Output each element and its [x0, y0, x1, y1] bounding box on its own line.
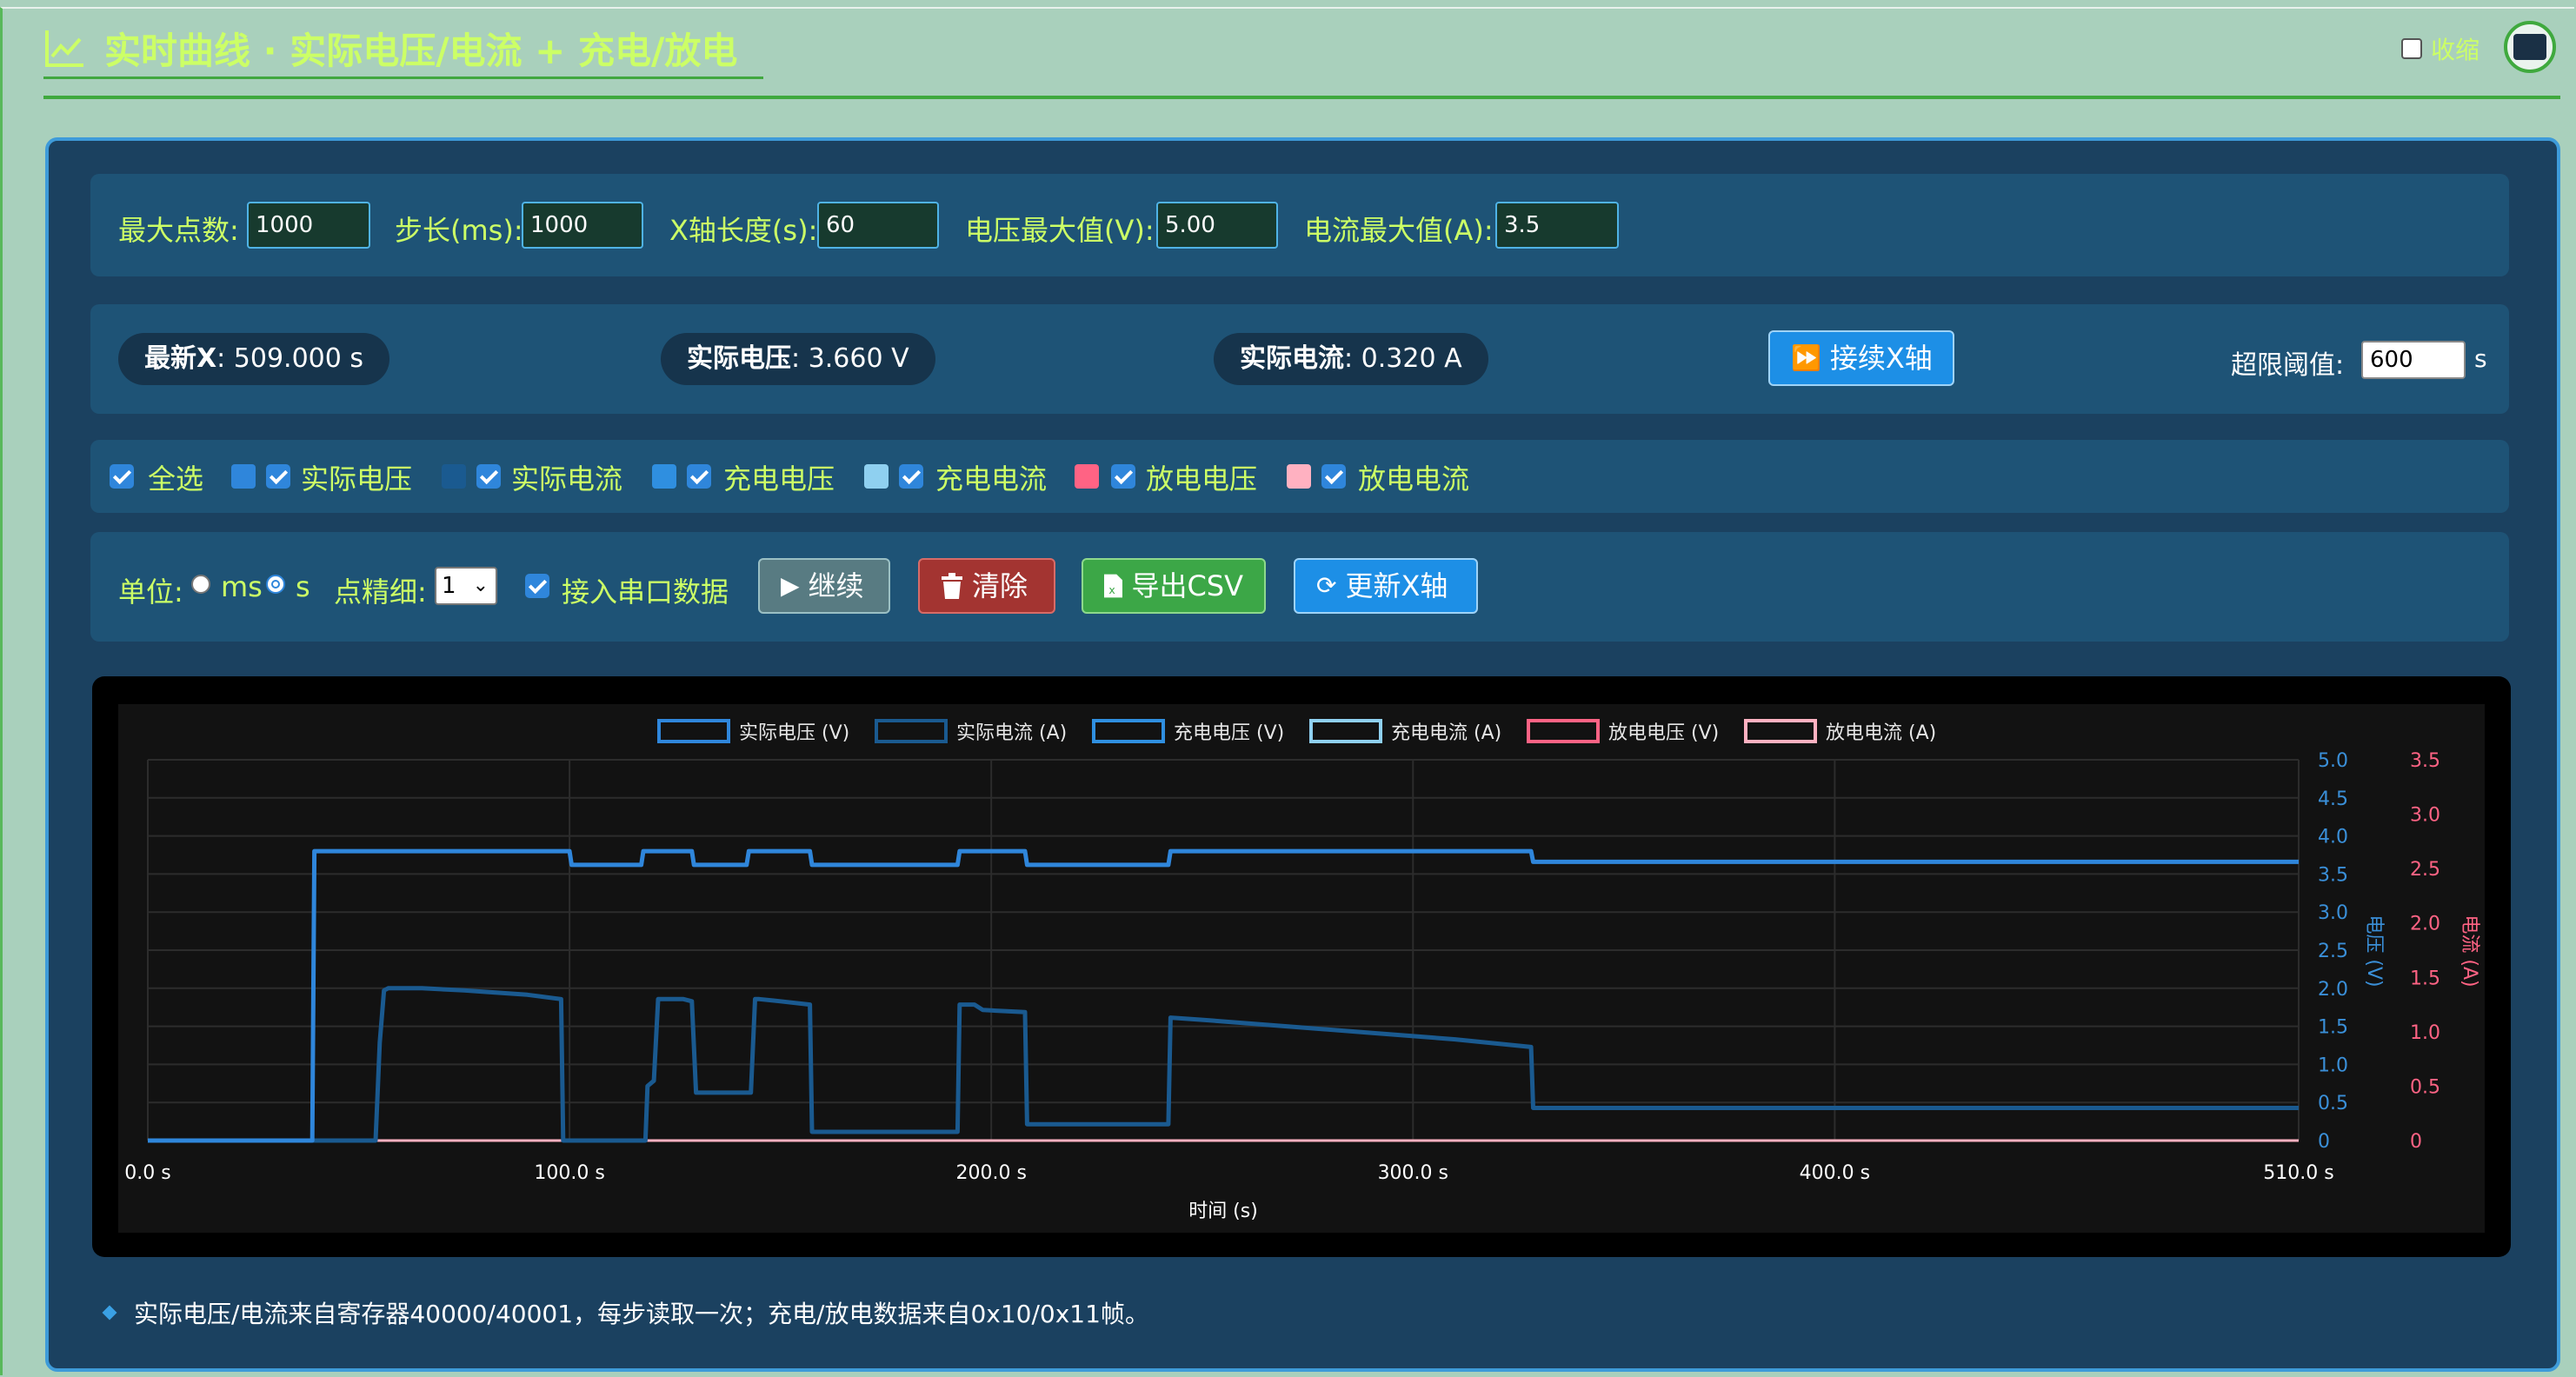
- x-tick-label: 0.0 s: [124, 1162, 170, 1184]
- legend-label: 充电电压 (V): [1174, 722, 1284, 744]
- legend-swatch: [1092, 719, 1165, 743]
- legend-swatch: [1744, 719, 1817, 743]
- diamond-icon: [102, 1305, 117, 1320]
- x-tick-label: 400.0 s: [1800, 1162, 1870, 1184]
- legend-swatch: [1309, 719, 1382, 743]
- x-axis-title: 时间 (s): [1188, 1201, 1258, 1222]
- y-left-tick-label: 1.5: [2318, 1017, 2348, 1039]
- legend-swatch: [657, 719, 730, 743]
- y-right-tick-label: 1.5: [2410, 968, 2440, 989]
- y-right-tick-label: 2.5: [2410, 859, 2440, 881]
- legend-label: 放电电流 (A): [1826, 722, 1936, 744]
- x-tick-label: 200.0 s: [955, 1162, 1026, 1184]
- y-left-tick-label: 5.0: [2318, 750, 2348, 772]
- y-right-tick-label: 0.5: [2410, 1076, 2440, 1098]
- legend-label: 充电电流 (A): [1391, 722, 1501, 744]
- y-left-tick-label: 4.0: [2318, 827, 2348, 848]
- x-tick-label: 510.0 s: [2263, 1162, 2333, 1184]
- y-right-tick-label: 1.0: [2410, 1022, 2440, 1044]
- legend-label: 放电电压 (V): [1608, 722, 1719, 744]
- y-right-tick-label: 3.5: [2410, 750, 2440, 772]
- legend-label: 实际电压 (V): [739, 722, 849, 744]
- legend-label: 实际电流 (A): [956, 722, 1067, 744]
- y-left-axis-title: 电压 (V): [2363, 915, 2385, 987]
- y-left-tick-label: 0.5: [2318, 1093, 2348, 1114]
- y-left-tick-label: 3.5: [2318, 864, 2348, 886]
- y-left-tick-label: 2.0: [2318, 979, 2348, 1001]
- y-right-tick-label: 2.0: [2410, 914, 2440, 935]
- x-tick-label: 100.0 s: [534, 1162, 604, 1184]
- x-tick-label: 300.0 s: [1378, 1162, 1448, 1184]
- y-left-tick-label: 0: [2318, 1131, 2330, 1153]
- footnote: 实际电压/电流来自寄存器40000/40001，每步读取一次；充电/放电数据来自…: [102, 1295, 1149, 1330]
- footnote-text: 实际电压/电流来自寄存器40000/40001，每步读取一次；充电/放电数据来自…: [134, 1300, 1149, 1328]
- series-line: [148, 848, 2299, 1143]
- y-right-tick-label: 0: [2410, 1131, 2422, 1153]
- realtime-chart[interactable]: 5.0 4.5 4.0 3.5 3.0 2.5 2.0 1.5 1.0 0.5 0 3.5 3.0 2.5…: [0, 0, 2576, 1377]
- legend-swatch: [1527, 719, 1600, 743]
- y-left-tick-label: 1.0: [2318, 1054, 2348, 1076]
- y-right-axis-title: 电流 (A): [2459, 915, 2480, 987]
- legend-swatch: [875, 719, 948, 743]
- y-right-tick-label: 3.0: [2410, 805, 2440, 827]
- y-left-tick-label: 3.0: [2318, 902, 2348, 924]
- y-left-tick-label: 2.5: [2318, 941, 2348, 962]
- y-left-tick-label: 4.5: [2318, 788, 2348, 810]
